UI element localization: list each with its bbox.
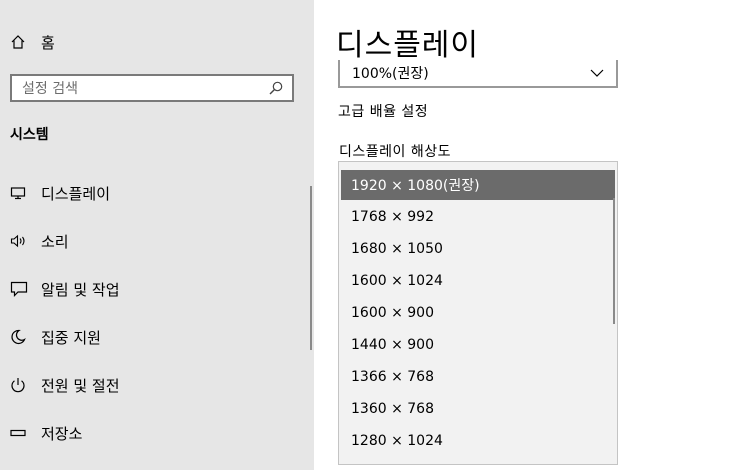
sidebar-item-power[interactable]: 전원 및 절전 — [10, 372, 120, 398]
section-title: 시스템 — [10, 127, 49, 143]
resolution-option[interactable]: 1360 × 768 — [341, 394, 615, 424]
sidebar-item-label: 집중 지원 — [41, 328, 101, 347]
chevron-down-icon — [590, 69, 610, 77]
scale-select-value: 100%(권장) — [352, 66, 429, 82]
sidebar-item-label: 알림 및 작업 — [41, 280, 120, 299]
search-icon[interactable] — [266, 80, 286, 96]
resolution-option-selected[interactable]: 1920 × 1080(권장) — [341, 170, 615, 200]
notification-icon — [10, 281, 30, 297]
home-label: 홈 — [41, 33, 55, 52]
settings-search-input[interactable]: 설정 검색 — [10, 74, 294, 102]
sidebar-item-label: 저장소 — [41, 424, 83, 443]
dropdown-scrollbar[interactable] — [613, 198, 615, 324]
sidebar-scrollbar[interactable] — [310, 186, 312, 350]
resolution-option[interactable]: 1768 × 992 — [341, 202, 615, 232]
monitor-icon — [10, 186, 30, 200]
speaker-icon — [10, 234, 30, 248]
resolution-option[interactable]: 1440 × 900 — [341, 330, 615, 360]
sidebar-item-label: 소리 — [41, 232, 69, 251]
sidebar-item-storage[interactable]: 저장소 — [10, 420, 82, 446]
home-icon — [10, 34, 30, 50]
sidebar-item-display[interactable]: 디스플레이 — [10, 180, 110, 206]
resolution-option[interactable]: 1600 × 900 — [341, 298, 615, 328]
resolution-option[interactable]: 1680 × 1050 — [341, 234, 615, 264]
resolution-option[interactable]: 1366 × 768 — [341, 362, 615, 392]
scale-select[interactable]: 100%(권장) — [338, 60, 618, 88]
sidebar-item-focus-assist[interactable]: 집중 지원 — [10, 324, 101, 350]
power-icon — [10, 377, 30, 393]
moon-icon — [10, 329, 30, 345]
sidebar-item-sound[interactable]: 소리 — [10, 228, 69, 254]
advanced-scaling-link[interactable]: 고급 배율 설정 — [338, 101, 428, 121]
sidebar-item-label: 전원 및 절전 — [41, 376, 120, 395]
storage-icon — [10, 428, 30, 438]
sidebar-item-label: 디스플레이 — [41, 184, 111, 203]
sidebar: 홈 설정 검색 시스템 디스플레이 소리 알림 및 작업 집중 지원 전원 및 … — [0, 0, 314, 470]
resolution-dropdown-list[interactable]: 1920 × 1080(권장) 1768 × 992 1680 × 1050 1… — [338, 161, 618, 465]
resolution-option[interactable]: 1600 × 1024 — [341, 266, 615, 296]
home-nav-item[interactable]: 홈 — [10, 30, 55, 54]
resolution-label: 디스플레이 해상도 — [339, 144, 451, 160]
resolution-option[interactable]: 1280 × 1024 — [341, 426, 615, 456]
search-placeholder: 설정 검색 — [22, 81, 78, 97]
sidebar-item-notifications[interactable]: 알림 및 작업 — [10, 276, 120, 302]
page-title: 디스플레이 — [336, 28, 479, 63]
